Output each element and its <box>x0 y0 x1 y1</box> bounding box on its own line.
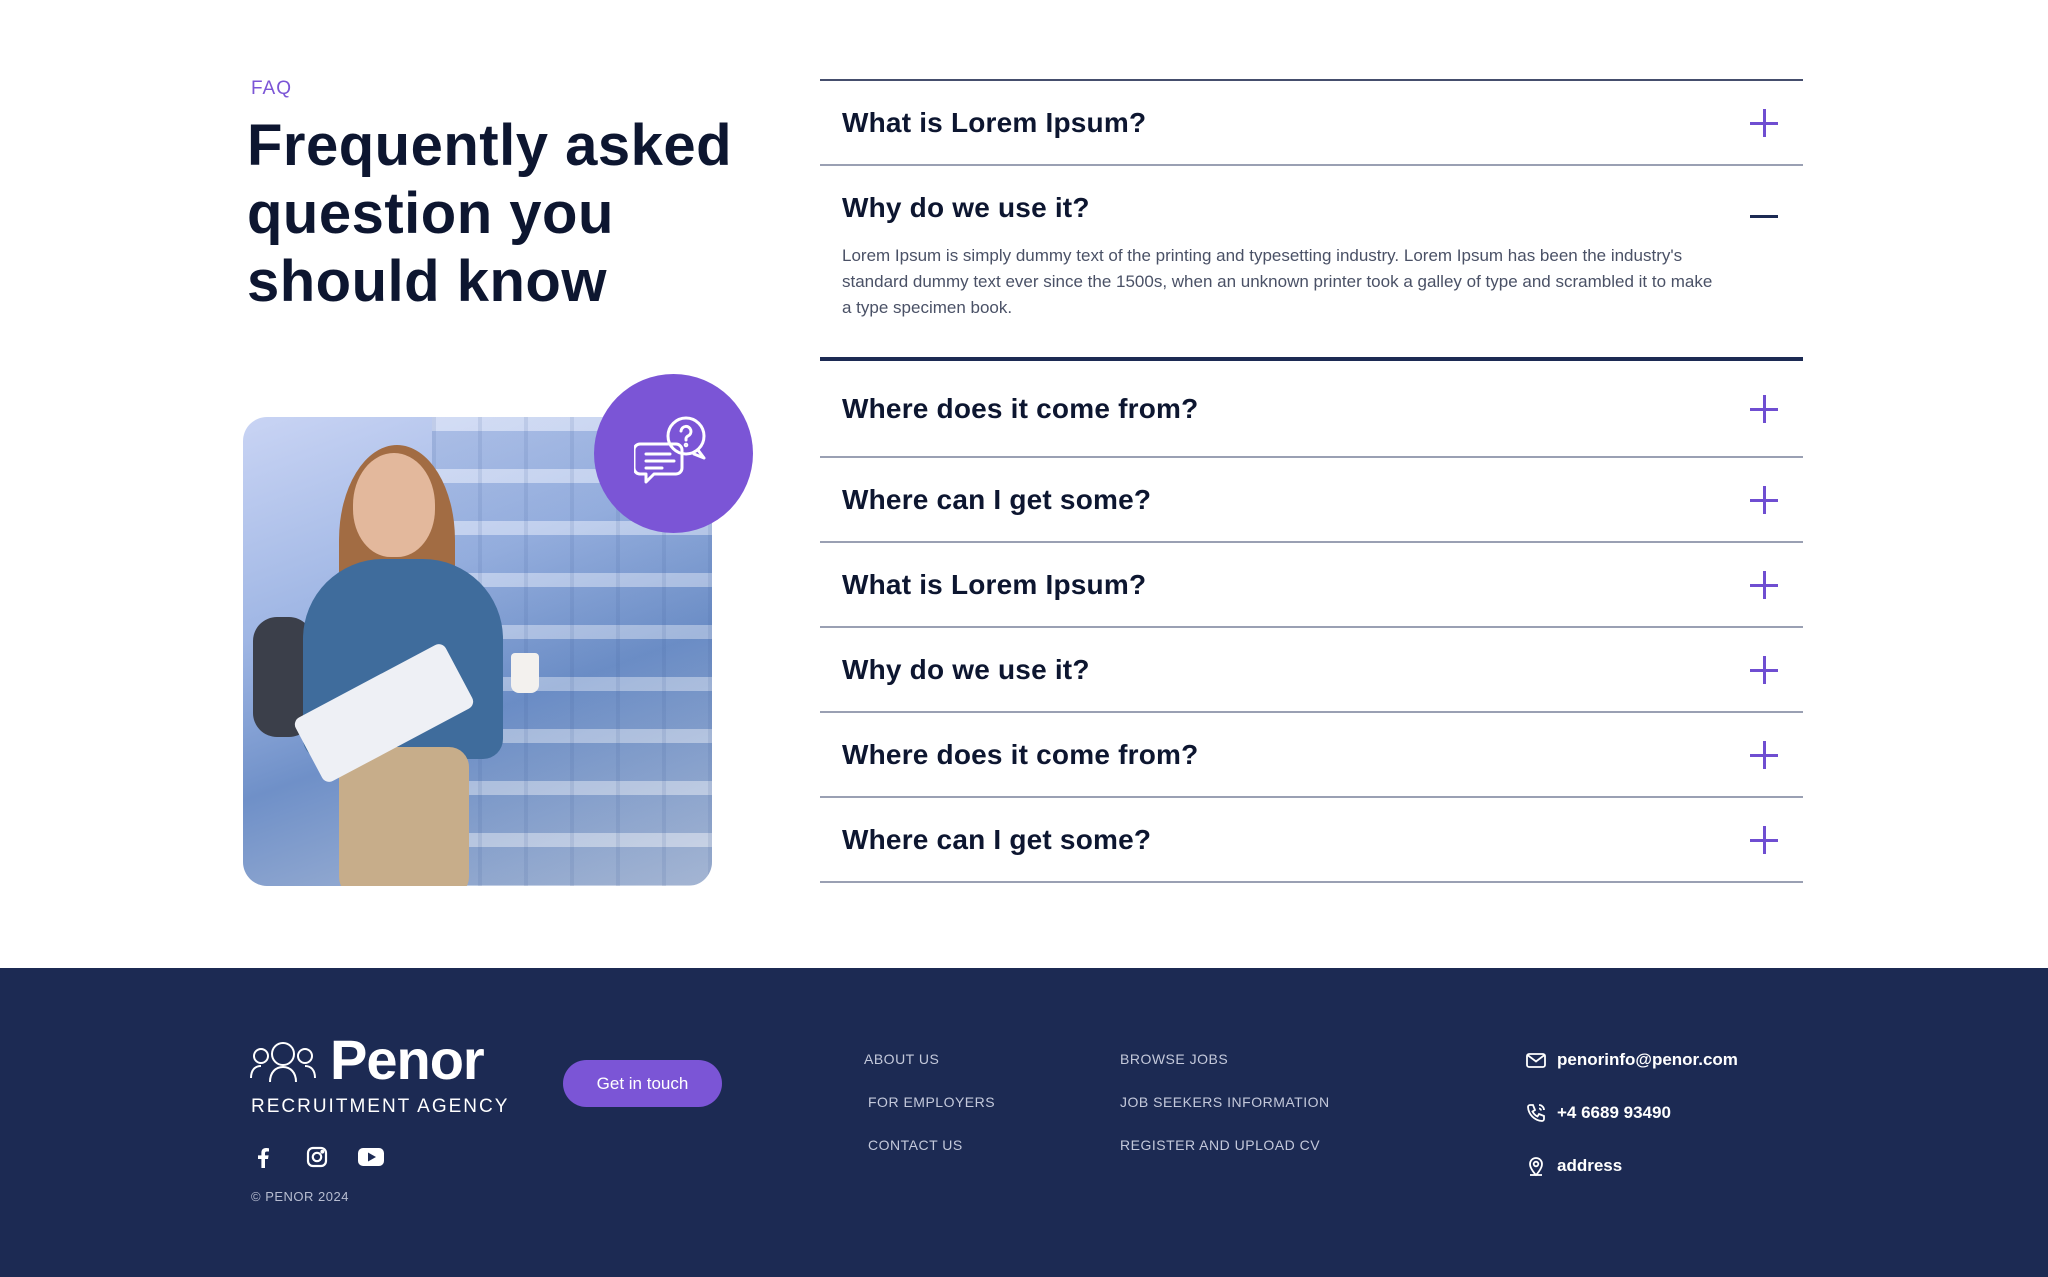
brand-tagline: RECRUITMENT AGENCY <box>251 1096 510 1117</box>
instagram-icon[interactable] <box>302 1142 332 1172</box>
contact-phone-text: +4 6689 93490 <box>1557 1103 1671 1122</box>
people-logo-icon <box>250 1042 316 1083</box>
faq-item: What is Lorem Ipsum? <box>820 543 1803 628</box>
faq-question: What is Lorem Ipsum? <box>842 568 1147 600</box>
faq-question-toggle[interactable]: Why do we use it? <box>820 166 1803 249</box>
contact-email[interactable]: penorinfo@penor.com <box>1525 1046 1738 1099</box>
chat-badge <box>594 374 753 533</box>
plus-icon[interactable] <box>1747 738 1781 772</box>
footer-link-for-employers[interactable]: FOR EMPLOYERS <box>864 1087 995 1130</box>
faq-answer: Lorem Ipsum is simply dummy text of the … <box>842 246 1713 317</box>
faq-question-toggle[interactable]: What is Lorem Ipsum? <box>820 81 1803 164</box>
brand-name: Penor <box>330 1028 485 1091</box>
envelope-icon <box>1526 1053 1546 1068</box>
faq-question: Why do we use it? <box>842 653 1090 685</box>
faq-question-toggle[interactable]: What is Lorem Ipsum? <box>820 543 1803 626</box>
plus-icon[interactable] <box>1747 106 1781 140</box>
site-footer: Penor RECRUITMENT AGENCY Get in touch © … <box>0 968 2048 1277</box>
plus-icon[interactable] <box>1747 392 1781 426</box>
faq-heading: Frequently asked question you should kno… <box>247 113 733 314</box>
faq-question-toggle[interactable]: Where does it come from? <box>820 361 1803 456</box>
chat-question-icon <box>633 416 705 483</box>
footer-nav-company: ABOUT US FOR EMPLOYERS CONTACT US <box>864 1044 995 1173</box>
footer-link-contact-us[interactable]: CONTACT US <box>864 1130 995 1173</box>
footer-link-register-cv[interactable]: REGISTER AND UPLOAD CV <box>1120 1130 1330 1173</box>
plus-icon[interactable] <box>1747 653 1781 687</box>
faq-eyebrow: FAQ <box>251 78 293 99</box>
footer-link-job-seekers[interactable]: JOB SEEKERS INFORMATION <box>1120 1087 1330 1130</box>
faq-item: Where does it come from? <box>820 713 1803 798</box>
faq-item-expanded: Why do we use it? Lorem Ipsum is simply … <box>820 166 1803 361</box>
faq-item: Where can I get some? <box>820 798 1803 883</box>
faq-item: Where does it come from? <box>820 361 1803 458</box>
footer-nav-jobs: BROWSE JOBS JOB SEEKERS INFORMATION REGI… <box>1120 1044 1330 1173</box>
social-links <box>248 1142 386 1172</box>
phone-icon <box>1527 1104 1545 1122</box>
faq-question-toggle[interactable]: Where does it come from? <box>820 713 1803 796</box>
faq-question-toggle[interactable]: Where can I get some? <box>820 458 1803 541</box>
faq-question-toggle[interactable]: Where can I get some? <box>820 798 1803 881</box>
faq-item: What is Lorem Ipsum? <box>820 79 1803 166</box>
contact-address-text: address <box>1557 1156 1623 1175</box>
copyright: © PENOR 2024 <box>251 1189 349 1204</box>
footer-link-about-us[interactable]: ABOUT US <box>864 1044 995 1087</box>
brand-logo[interactable]: Penor <box>248 1028 508 1091</box>
faq-question: Where can I get some? <box>842 483 1152 515</box>
faq-question: Where does it come from? <box>842 738 1199 770</box>
plus-icon[interactable] <box>1747 823 1781 857</box>
location-pin-icon <box>1529 1157 1543 1177</box>
faq-accordion: What is Lorem Ipsum? Why do we use it? L… <box>820 79 1803 883</box>
faq-question: What is Lorem Ipsum? <box>842 106 1147 138</box>
get-in-touch-button[interactable]: Get in touch <box>563 1060 722 1107</box>
faq-question: Why do we use it? <box>842 191 1090 223</box>
facebook-icon[interactable] <box>248 1142 278 1172</box>
faq-section: FAQ Frequently asked question you should… <box>0 0 2048 968</box>
plus-icon[interactable] <box>1747 483 1781 517</box>
faq-question: Where does it come from? <box>842 392 1199 424</box>
minus-icon[interactable] <box>1747 191 1781 225</box>
faq-item: Where can I get some? <box>820 458 1803 543</box>
faq-item: Why do we use it? <box>820 628 1803 713</box>
faq-question-toggle[interactable]: Why do we use it? <box>820 628 1803 711</box>
faq-question: Where can I get some? <box>842 823 1152 855</box>
youtube-icon[interactable] <box>356 1142 386 1172</box>
plus-icon[interactable] <box>1747 568 1781 602</box>
contact-phone[interactable]: +4 6689 93490 <box>1525 1099 1738 1152</box>
footer-link-browse-jobs[interactable]: BROWSE JOBS <box>1120 1044 1330 1087</box>
contact-info: penorinfo@penor.com +4 6689 93490 addres… <box>1525 1046 1738 1205</box>
contact-email-text: penorinfo@penor.com <box>1557 1050 1738 1069</box>
contact-address[interactable]: address <box>1525 1152 1738 1205</box>
